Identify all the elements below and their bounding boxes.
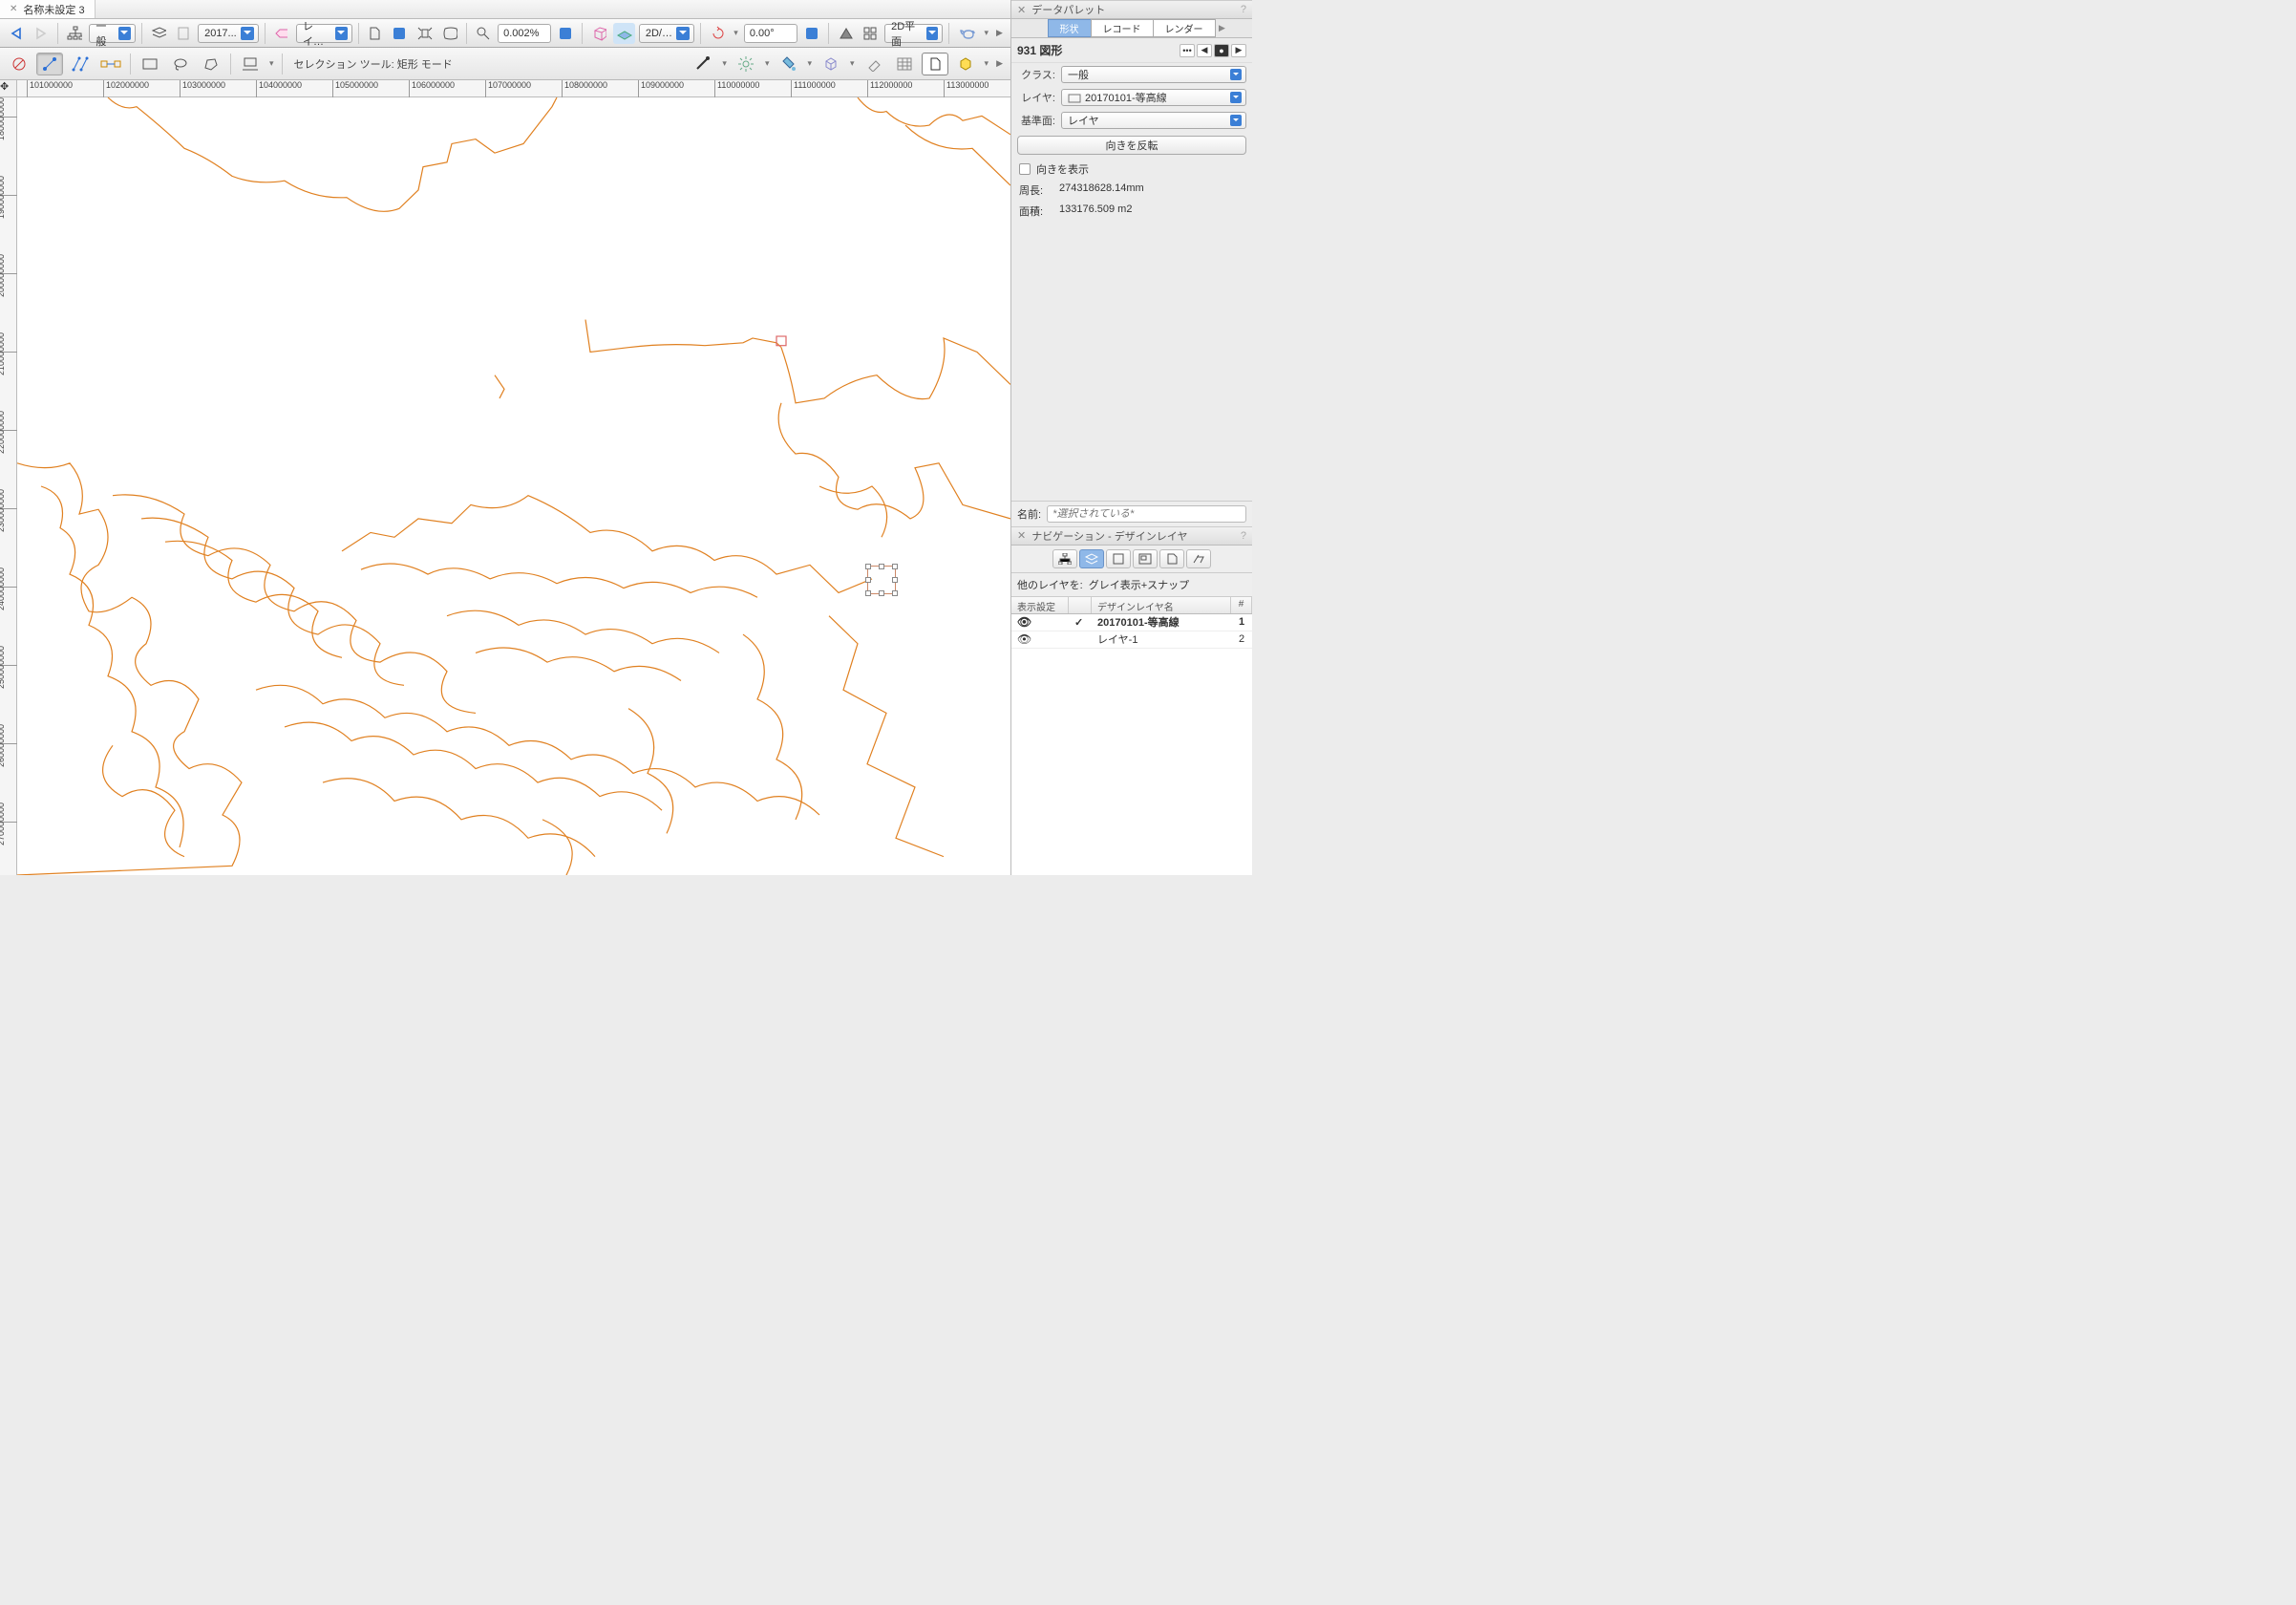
reverse-direction-button[interactable]: 向きを反転 bbox=[1017, 136, 1246, 155]
angle-down-icon[interactable]: ▾ bbox=[732, 28, 740, 38]
layer-dropdown[interactable]: レイ… bbox=[296, 24, 351, 43]
plane-dropdown[interactable]: 2D平面 bbox=[884, 24, 943, 43]
object-count: 931 図形 bbox=[1017, 42, 1062, 58]
nav-viewports-icon[interactable] bbox=[1133, 549, 1158, 568]
area-value: 133176.509 m2 bbox=[1059, 203, 1132, 219]
tool-wand-icon[interactable] bbox=[690, 53, 716, 75]
nav-help-icon[interactable]: ? bbox=[1241, 530, 1246, 542]
mode-rect-icon[interactable] bbox=[137, 53, 163, 75]
tool-eraser-icon[interactable] bbox=[861, 53, 887, 75]
layer-plane-active-icon[interactable] bbox=[613, 23, 634, 44]
zoom-dropdown[interactable] bbox=[555, 23, 576, 44]
render-dropdown-icon[interactable]: ▾ bbox=[983, 28, 991, 38]
selection-handle[interactable] bbox=[867, 566, 896, 594]
render-mode-icon[interactable] bbox=[835, 23, 856, 44]
sheet-icon[interactable] bbox=[173, 23, 194, 44]
tool-grid-icon[interactable] bbox=[891, 53, 918, 75]
layer-select[interactable]: 20170101-等高線 bbox=[1061, 89, 1246, 106]
page-dropdown[interactable] bbox=[389, 23, 410, 44]
ruler-horizontal[interactable]: 1010000001020000001030000001040000001050… bbox=[17, 80, 1010, 97]
tab-shape[interactable]: 形状 bbox=[1048, 19, 1092, 37]
fit-page-icon[interactable] bbox=[414, 23, 435, 44]
help-icon[interactable]: ? bbox=[1241, 4, 1246, 15]
fit-objects-icon[interactable] bbox=[439, 23, 460, 44]
mode-align-icon[interactable] bbox=[237, 53, 264, 75]
zoom-field[interactable]: 0.002% bbox=[498, 24, 551, 43]
angle-dropdown[interactable] bbox=[801, 23, 822, 44]
view-2d-dropdown[interactable]: 2D/… bbox=[639, 24, 694, 43]
layers-table: 表示設定 デザインレイヤ名 # 👁✓20170101-等高線1👁レイヤ-12 bbox=[1011, 597, 1252, 876]
mode-single-select-icon[interactable] bbox=[36, 53, 63, 75]
tab-render[interactable]: レンダー bbox=[1153, 19, 1216, 37]
class-select[interactable]: 一般 bbox=[1061, 66, 1246, 83]
palette-header[interactable]: ✕ データパレット ? bbox=[1011, 0, 1252, 19]
tool-blank-page-icon[interactable] bbox=[922, 53, 948, 75]
arrow-left-pink-icon[interactable] bbox=[271, 23, 292, 44]
obj-current-icon[interactable]: ● bbox=[1214, 44, 1229, 57]
obj-prev-icon[interactable]: ◀ bbox=[1197, 44, 1212, 57]
object-name-input[interactable] bbox=[1047, 505, 1246, 523]
nav-design-layers-icon[interactable] bbox=[1079, 549, 1104, 568]
close-nav-icon[interactable]: ✕ bbox=[1017, 529, 1026, 542]
multi-view-icon[interactable] bbox=[860, 23, 881, 44]
overflow-icon[interactable]: ▶ bbox=[994, 28, 1005, 38]
ruler-origin-icon[interactable]: ✥ bbox=[0, 80, 17, 97]
hierarchy-icon[interactable] bbox=[64, 23, 85, 44]
close-tab-icon[interactable]: ✕ bbox=[10, 4, 17, 14]
mode-align-dropdown[interactable]: ▾ bbox=[267, 58, 276, 69]
document-tabbar: ✕ 名称未設定 3 bbox=[0, 0, 1010, 19]
visibility-icon[interactable]: 👁 bbox=[1017, 615, 1031, 629]
zoom-icon[interactable] bbox=[473, 23, 494, 44]
class-dropdown[interactable]: 一般 bbox=[89, 24, 135, 43]
mode-bar: ▾ セレクション ツール: 矩形 モード ▾ ▾ ▾ ▾ ▾ ▶ bbox=[0, 48, 1010, 80]
saved-view-dropdown[interactable]: 2017... bbox=[198, 24, 259, 43]
cube-pink-icon[interactable] bbox=[588, 23, 609, 44]
show-direction-checkbox[interactable] bbox=[1019, 163, 1031, 175]
page-icon[interactable] bbox=[364, 23, 385, 44]
nav-toolbar bbox=[1011, 546, 1252, 573]
mode-label: セレクション ツール: 矩形 モード bbox=[294, 56, 453, 72]
obj-next-icon[interactable]: ▶ bbox=[1231, 44, 1246, 57]
nav-references-icon[interactable] bbox=[1186, 549, 1211, 568]
mode-disabled-icon[interactable] bbox=[6, 53, 32, 75]
nav-sheet-layers-icon[interactable] bbox=[1106, 549, 1131, 568]
toolbar-overflow-icon[interactable]: ▶ bbox=[994, 58, 1005, 69]
angle-field[interactable]: 0.00° bbox=[744, 24, 797, 43]
layer-row[interactable]: 👁✓20170101-等高線1 bbox=[1011, 614, 1252, 631]
tool-3d-icon[interactable] bbox=[952, 53, 979, 75]
perimeter-value: 274318628.14mm bbox=[1059, 182, 1144, 198]
layers-stack-icon[interactable] bbox=[148, 23, 169, 44]
teapot-icon[interactable] bbox=[955, 23, 978, 44]
palette-tabs: 形状 レコード レンダー ▶ bbox=[1011, 19, 1252, 38]
tool-bucket-icon[interactable] bbox=[775, 53, 801, 75]
back-button[interactable] bbox=[6, 23, 27, 44]
nav-saved-views-icon[interactable] bbox=[1159, 549, 1184, 568]
layer-row[interactable]: 👁レイヤ-12 bbox=[1011, 631, 1252, 649]
close-palette-icon[interactable]: ✕ bbox=[1017, 4, 1026, 16]
mode-multi-select-icon[interactable] bbox=[67, 53, 94, 75]
drawing-canvas[interactable]: ✥ 10100000010200000010300000010400000010… bbox=[0, 80, 1010, 875]
rotate-icon[interactable] bbox=[707, 23, 728, 44]
tool-gear-icon[interactable] bbox=[733, 53, 759, 75]
tab-record[interactable]: レコード bbox=[1091, 19, 1154, 37]
mode-polygon-icon[interactable] bbox=[198, 53, 224, 75]
nav-header[interactable]: ✕ ナビゲーション - デザインレイヤ ? bbox=[1011, 526, 1252, 546]
ruler-vertical[interactable]: 1800000001900000002000000002100000002200… bbox=[0, 97, 17, 875]
document-title: 名称未設定 3 bbox=[23, 2, 84, 17]
other-layers-select[interactable]: グレイ表示+スナップ bbox=[1089, 577, 1246, 592]
mode-lasso-icon[interactable] bbox=[167, 53, 194, 75]
mode-connect-icon[interactable] bbox=[97, 53, 124, 75]
visibility-icon[interactable]: 👁 bbox=[1017, 632, 1031, 646]
tabs-next-icon[interactable]: ▶ bbox=[1216, 23, 1229, 33]
plane-select[interactable]: レイヤ bbox=[1061, 112, 1246, 129]
tool-cube-icon[interactable] bbox=[818, 53, 844, 75]
view-toolbar: 一般 2017... レイ… 0.002% 2D/… ▾ 0.00° bbox=[0, 19, 1010, 48]
forward-button[interactable] bbox=[31, 23, 52, 44]
document-tab[interactable]: ✕ 名称未設定 3 bbox=[0, 0, 96, 18]
obj-menu-icon[interactable]: ••• bbox=[1180, 44, 1195, 57]
nav-classes-icon[interactable] bbox=[1052, 549, 1077, 568]
